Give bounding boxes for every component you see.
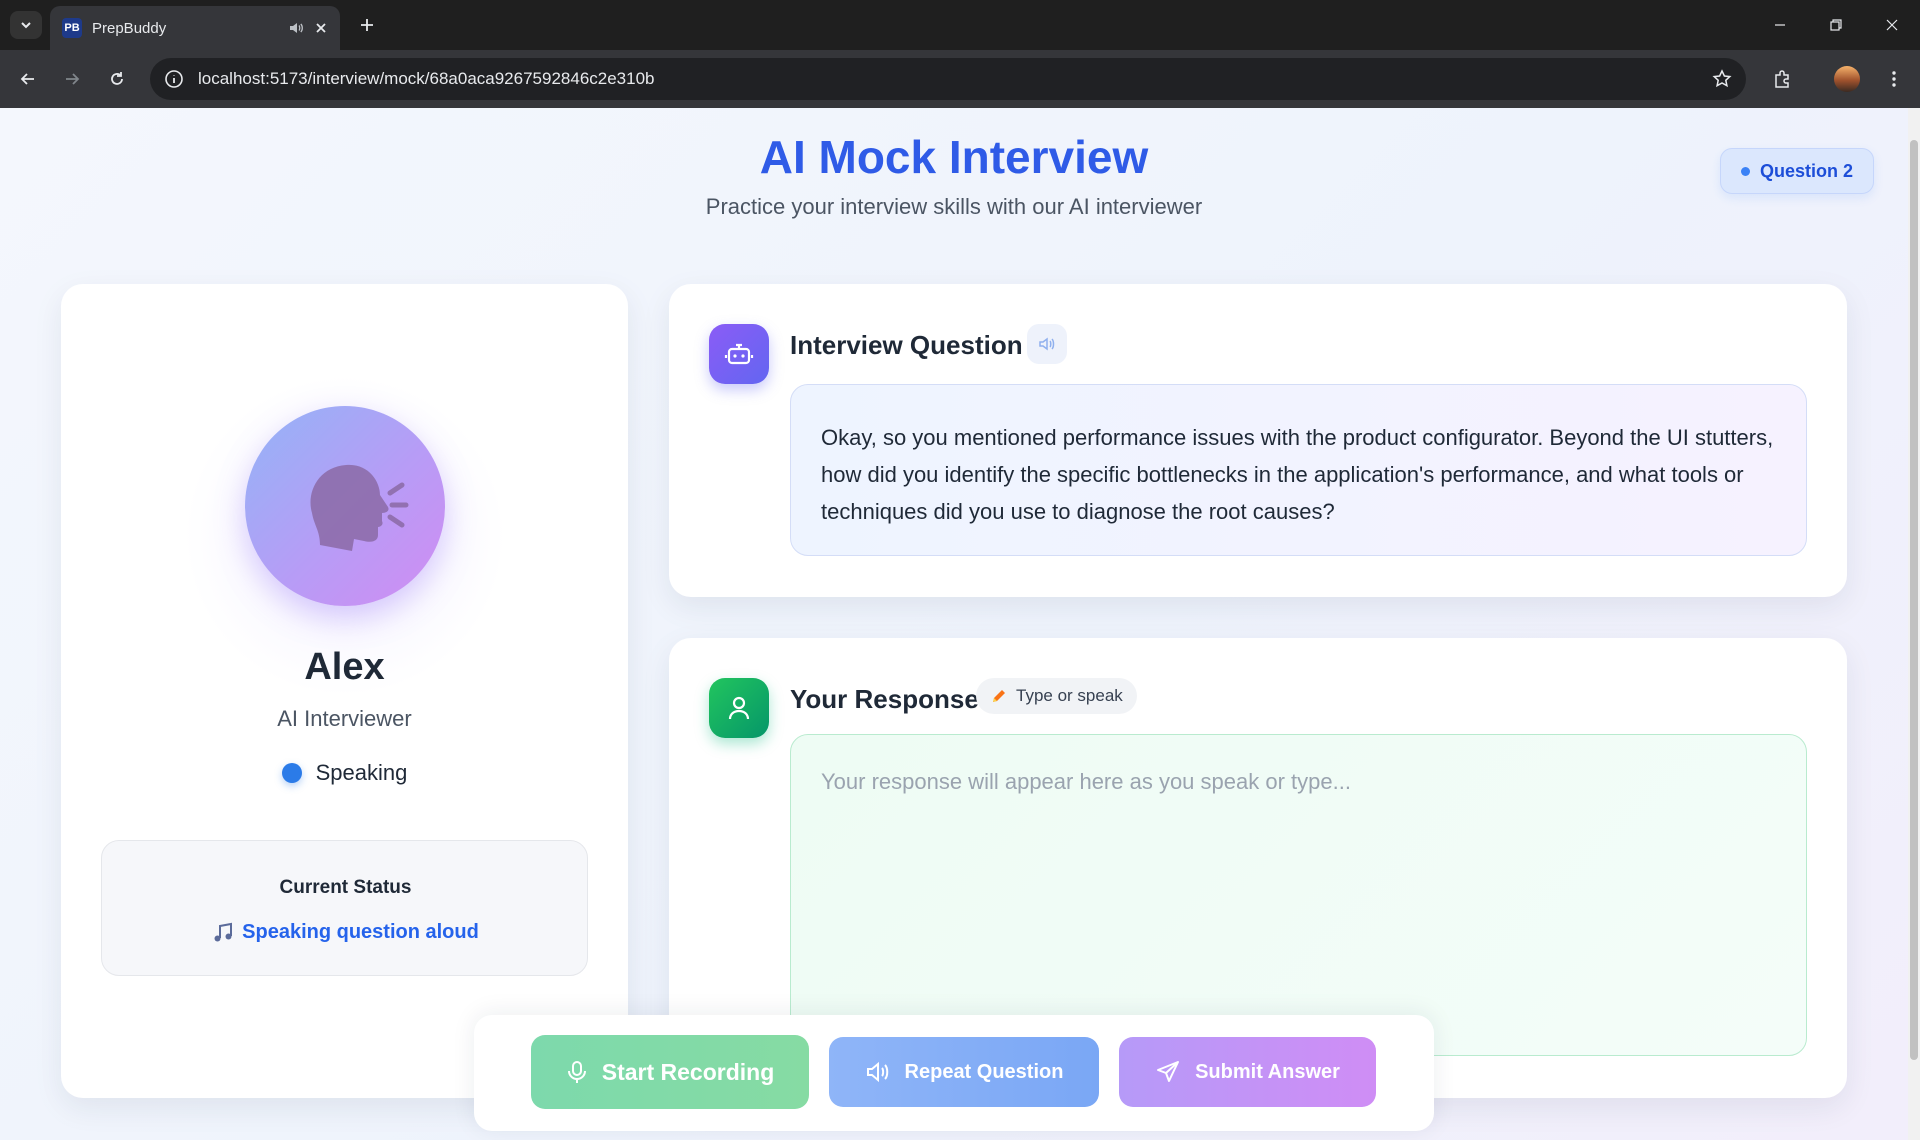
page-title: AI Mock Interview bbox=[759, 131, 1149, 183]
status-title: Current Status bbox=[279, 877, 412, 898]
chevron-down-icon bbox=[21, 22, 31, 29]
response-heading: Your Response bbox=[790, 684, 979, 714]
read-aloud-button[interactable] bbox=[1027, 324, 1067, 364]
scrollbar-thumb[interactable] bbox=[1910, 140, 1918, 1060]
question-badge-label: Question 2 bbox=[1760, 160, 1854, 181]
back-button[interactable] bbox=[14, 65, 42, 93]
bot-tile bbox=[709, 324, 769, 384]
microphone-icon bbox=[566, 1060, 588, 1084]
question-badge: Question 2 bbox=[1720, 148, 1875, 194]
repeat-question-button[interactable]: Repeat Question bbox=[829, 1037, 1099, 1107]
site-info-icon[interactable] bbox=[164, 69, 184, 89]
extensions-button[interactable] bbox=[1768, 65, 1796, 93]
star-icon[interactable] bbox=[1712, 69, 1732, 89]
more-vert-icon bbox=[1892, 71, 1896, 87]
action-bar: Start Recording Repeat Question Submit A… bbox=[474, 1015, 1434, 1131]
minimize-button[interactable] bbox=[1752, 0, 1808, 50]
response-input[interactable] bbox=[821, 769, 1776, 1021]
tab-audio-icon[interactable] bbox=[288, 20, 304, 36]
question-heading: Interview Question bbox=[790, 330, 1023, 360]
window-controls bbox=[1752, 0, 1920, 50]
tab-title: PrepBuddy bbox=[92, 19, 167, 37]
interviewer-card: Alex AI Interviewer Speaking Current Sta… bbox=[61, 284, 628, 1098]
interviewer-role: AI Interviewer bbox=[277, 706, 412, 731]
close-window-button[interactable] bbox=[1864, 0, 1920, 50]
submit-answer-button[interactable]: Submit Answer bbox=[1119, 1037, 1376, 1107]
volume-icon bbox=[865, 1060, 891, 1084]
forward-button[interactable] bbox=[58, 65, 86, 93]
start-recording-button[interactable]: Start Recording bbox=[531, 1035, 809, 1109]
status-line: Speaking question aloud bbox=[102, 921, 589, 944]
browser-menu-button[interactable] bbox=[1880, 65, 1908, 93]
send-icon bbox=[1155, 1059, 1181, 1085]
user-tile bbox=[709, 678, 769, 738]
badge-dot bbox=[1741, 166, 1750, 176]
profile-avatar[interactable] bbox=[1834, 66, 1860, 92]
music-note-icon bbox=[214, 922, 233, 941]
speaking-indicator: Speaking bbox=[61, 760, 628, 786]
page-subtitle: Practice your interview skills with our … bbox=[705, 194, 1203, 219]
question-card: Interview Question Okay, so you mentione… bbox=[669, 284, 1847, 597]
new-tab-button[interactable] bbox=[354, 12, 380, 38]
repeat-question-label: Repeat Question bbox=[904, 1060, 1064, 1083]
browser-tab[interactable]: PB PrepBuddy bbox=[50, 6, 340, 50]
question-text: Okay, so you mentioned performance issue… bbox=[790, 384, 1807, 556]
robot-icon bbox=[724, 343, 754, 365]
restore-icon bbox=[1830, 19, 1842, 31]
speaker-icon bbox=[1039, 337, 1055, 351]
arrow-left-icon bbox=[20, 73, 34, 85]
tab-close-icon[interactable] bbox=[314, 21, 328, 35]
submit-answer-label: Submit Answer bbox=[1195, 1060, 1340, 1083]
arrow-right-icon bbox=[66, 73, 80, 85]
reload-button[interactable] bbox=[103, 65, 131, 93]
browser-toolbar: localhost:5173/interview/mock/68a0aca926… bbox=[0, 50, 1920, 108]
reload-icon bbox=[111, 72, 123, 85]
status-dot bbox=[281, 763, 302, 783]
user-icon bbox=[728, 696, 750, 720]
minimize-icon bbox=[1775, 24, 1785, 26]
close-icon bbox=[1886, 19, 1898, 31]
speaking-label: Speaking bbox=[315, 760, 408, 785]
page-scrollbar[interactable] bbox=[1908, 108, 1920, 1140]
restore-button[interactable] bbox=[1808, 0, 1864, 50]
response-box bbox=[790, 734, 1807, 1056]
address-bar[interactable]: localhost:5173/interview/mock/68a0aca926… bbox=[150, 58, 1746, 100]
tab-search-button[interactable] bbox=[10, 11, 42, 39]
pencil-icon bbox=[993, 690, 1005, 702]
status-text: Speaking question aloud bbox=[242, 921, 479, 943]
input-mode-label: Type or speak bbox=[1016, 686, 1123, 705]
plus-icon bbox=[361, 19, 373, 31]
current-status-panel: Current Status Speaking question aloud bbox=[101, 840, 588, 976]
favicon-icon: PB bbox=[62, 18, 82, 38]
puzzle-icon bbox=[1775, 70, 1789, 88]
speaking-head-icon bbox=[310, 464, 409, 551]
input-mode-chip: Type or speak bbox=[976, 678, 1137, 714]
start-recording-label: Start Recording bbox=[601, 1058, 775, 1085]
interviewer-avatar bbox=[245, 406, 445, 606]
page-viewport: AI Mock Interview Practice your intervie… bbox=[0, 108, 1908, 1140]
url-text[interactable]: localhost:5173/interview/mock/68a0aca926… bbox=[198, 69, 1712, 89]
interviewer-name: Alex bbox=[304, 646, 385, 688]
browser-tab-bar: PB PrepBuddy bbox=[0, 0, 1920, 50]
